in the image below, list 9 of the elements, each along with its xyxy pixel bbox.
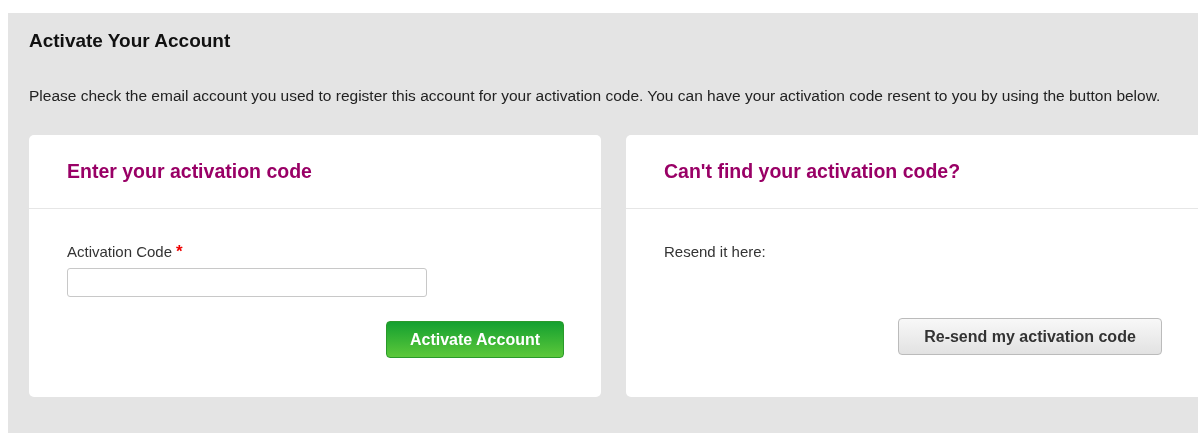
- card-title: Can't find your activation code?: [664, 160, 961, 183]
- intro-text: Please check the email account you used to register this account for your activation code. You can have your activation code resent to you by using the button below.: [29, 86, 1162, 106]
- field-label: Activation Code: [67, 243, 173, 260]
- required-mark: *: [176, 245, 183, 259]
- card-title: Enter your activation code: [67, 160, 312, 183]
- resend-button[interactable]: Re-send my activation code: [898, 318, 1162, 355]
- page-title: Activate Your Account: [29, 31, 232, 51]
- resend-text: Resend it here:: [664, 243, 767, 260]
- input-field[interactable]: [67, 268, 427, 297]
